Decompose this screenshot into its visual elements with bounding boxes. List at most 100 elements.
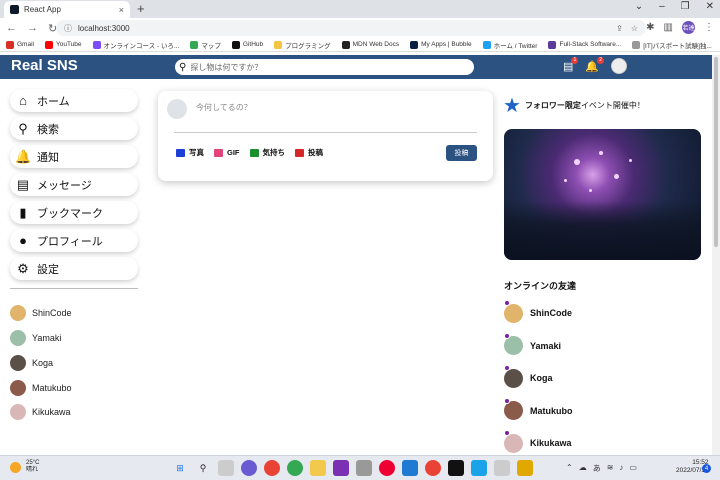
profile-avatar[interactable]: 若達 <box>682 21 695 34</box>
bookmark-item[interactable]: [IT]パスポート試験]独... <box>632 40 712 50</box>
bookmarks-bar: Gmail YouTube オンラインコース - いろ... マップ GitHub プログ… <box>0 38 720 52</box>
share-option[interactable]: GIF <box>214 148 240 157</box>
chevron-up-icon[interactable]: ⌃ <box>566 463 573 474</box>
share-option[interactable]: 投稿 <box>295 147 323 158</box>
sidebar-item[interactable]: ⚲ 検索 <box>10 117 138 140</box>
bookmark-item[interactable]: プログラミング <box>274 40 331 50</box>
maximize-icon[interactable]: ❐ <box>681 1 690 12</box>
sidebar-item[interactable]: ⌂ ホーム <box>10 89 138 112</box>
avatar <box>10 404 26 421</box>
sidebar-item[interactable]: ▮ ブックマーク <box>10 201 138 224</box>
network-icon[interactable]: ≋ <box>607 463 614 474</box>
new-tab-button[interactable]: + <box>137 2 145 16</box>
chevron-down-icon[interactable]: ⌄ <box>635 1 643 12</box>
app-logo[interactable]: Real SNS <box>11 57 78 74</box>
post-input[interactable] <box>196 103 466 112</box>
bookmark-favicon-icon <box>410 40 419 49</box>
browser-tab[interactable]: React App × <box>4 1 130 18</box>
chat-icon[interactable]: ▤ 1 <box>563 56 579 73</box>
windows-start-icon[interactable]: ⊞ <box>172 460 188 476</box>
bookmark-item[interactable]: MDN Web Docs <box>341 40 400 49</box>
search-icon[interactable]: ⚲ <box>195 460 211 476</box>
notion-icon[interactable] <box>448 460 464 476</box>
friend-name: Matukubo <box>32 382 72 393</box>
share-option[interactable]: 気持ち <box>249 147 285 158</box>
back-icon[interactable]: ← <box>6 22 17 34</box>
clock-app-icon[interactable] <box>356 460 372 476</box>
bookmark-item[interactable]: マップ <box>190 40 221 50</box>
edge-icon[interactable] <box>471 460 487 476</box>
search-input[interactable] <box>190 62 451 72</box>
share-option[interactable]: 写真 <box>176 147 204 158</box>
online-friend-item[interactable]: ShinCode <box>504 297 573 330</box>
online-friend-item[interactable]: Matukubo <box>504 395 573 428</box>
avatar <box>504 433 523 453</box>
online-friend-item[interactable]: Koga <box>504 362 573 395</box>
task-view-icon[interactable] <box>218 460 234 476</box>
info-icon[interactable]: ⓘ <box>64 23 72 34</box>
extensions-icon[interactable]: ✱ <box>646 22 654 33</box>
sidebar-item[interactable]: ⚙ 設定 <box>10 257 138 280</box>
bookmark-item[interactable]: Full-Stack Software... <box>548 40 621 49</box>
app-icon[interactable] <box>494 460 510 476</box>
tab-title: React App <box>24 5 61 14</box>
bookmark-item[interactable]: GitHub <box>231 40 263 49</box>
notification-count[interactable]: 4 <box>702 464 711 473</box>
menu-icon[interactable]: ⋮ <box>704 22 714 33</box>
address-bar[interactable]: ⓘ localhost:3000 ⇪ ☆ <box>56 20 646 36</box>
browser-toolbar: ← → ↻ ⓘ localhost:3000 ⇪ ☆ ✱ ▥ 若達 ⋮ <box>0 18 720 38</box>
post-button[interactable]: 投稿 <box>446 145 477 161</box>
react-favicon-icon <box>10 5 19 14</box>
chrome-icon[interactable] <box>287 460 303 476</box>
cloud-icon[interactable]: ☁ <box>579 463 587 474</box>
chrome-icon[interactable] <box>425 460 441 476</box>
avatar <box>504 401 523 421</box>
app-icon[interactable] <box>517 460 533 476</box>
close-window-icon[interactable]: ✕ <box>706 1 714 12</box>
page-scrollbar[interactable] <box>712 55 720 455</box>
share-icon[interactable]: ⇪ <box>616 24 623 33</box>
vscode-icon[interactable] <box>402 460 418 476</box>
scrollbar-thumb[interactable] <box>714 57 718 247</box>
avatar[interactable] <box>611 58 628 74</box>
bookmark-item[interactable]: オンラインコース - いろ... <box>92 40 179 50</box>
forward-icon[interactable]: → <box>27 22 38 34</box>
folder-icon[interactable] <box>310 460 326 476</box>
music-icon[interactable] <box>379 460 395 476</box>
bookmark-label: MDN Web Docs <box>352 41 400 48</box>
friend-item[interactable]: ShinCode <box>10 301 138 326</box>
sidebar-item[interactable]: 🔔 通知 <box>10 145 138 168</box>
friend-item[interactable]: Koga <box>10 351 138 376</box>
search-bar[interactable]: ⚲ <box>175 59 474 75</box>
volume-icon[interactable]: ♪ <box>619 463 623 474</box>
minimize-icon[interactable]: – <box>659 1 665 12</box>
online-status-dot <box>504 397 510 404</box>
teams-icon[interactable] <box>241 460 257 476</box>
bookmark-item[interactable]: YouTube <box>44 40 82 49</box>
bookmark-favicon-icon <box>548 40 557 49</box>
sidebar-item[interactable]: ● プロフィール <box>10 229 138 252</box>
left-sidebar: ⌂ ホーム ⚲ 検索 🔔 通知 ▤ メッセージ ▮ ブックマーク ● プロフィール ⚙ 設定 ShinCo… <box>10 89 138 425</box>
bookmark-item[interactable]: My Apps | Bubble <box>410 40 472 49</box>
onenote-icon[interactable] <box>333 460 349 476</box>
sidebar-item[interactable]: ▤ メッセージ <box>10 173 138 196</box>
friend-item[interactable]: Matukubo <box>10 375 138 400</box>
side-panel-icon[interactable]: ▥ <box>664 22 673 33</box>
weather-widget[interactable]: 25°C 晴れ <box>10 460 39 474</box>
online-friend-item[interactable]: Yamaki <box>504 330 573 363</box>
bookmark-favicon-icon <box>632 40 641 49</box>
ime-indicator[interactable]: あ <box>593 463 601 474</box>
bookmark-label: Gmail <box>17 41 34 48</box>
bookmark-item[interactable]: ホーム / Twitter <box>482 40 537 50</box>
friend-item[interactable]: Yamaki <box>10 326 138 351</box>
mood-icon <box>249 148 259 157</box>
tab-close-icon[interactable]: × <box>119 5 124 15</box>
bell-icon[interactable]: 🔔 2 <box>585 56 605 73</box>
bookmark-label: My Apps | Bubble <box>421 41 472 48</box>
battery-icon[interactable]: ▭ <box>629 463 637 474</box>
bookmark-item[interactable]: Gmail <box>6 40 34 49</box>
avatar <box>504 303 523 323</box>
chrome-icon[interactable] <box>264 460 280 476</box>
friend-item[interactable]: Kikukawa <box>10 400 138 425</box>
bookmark-star-icon[interactable]: ☆ <box>631 24 638 33</box>
